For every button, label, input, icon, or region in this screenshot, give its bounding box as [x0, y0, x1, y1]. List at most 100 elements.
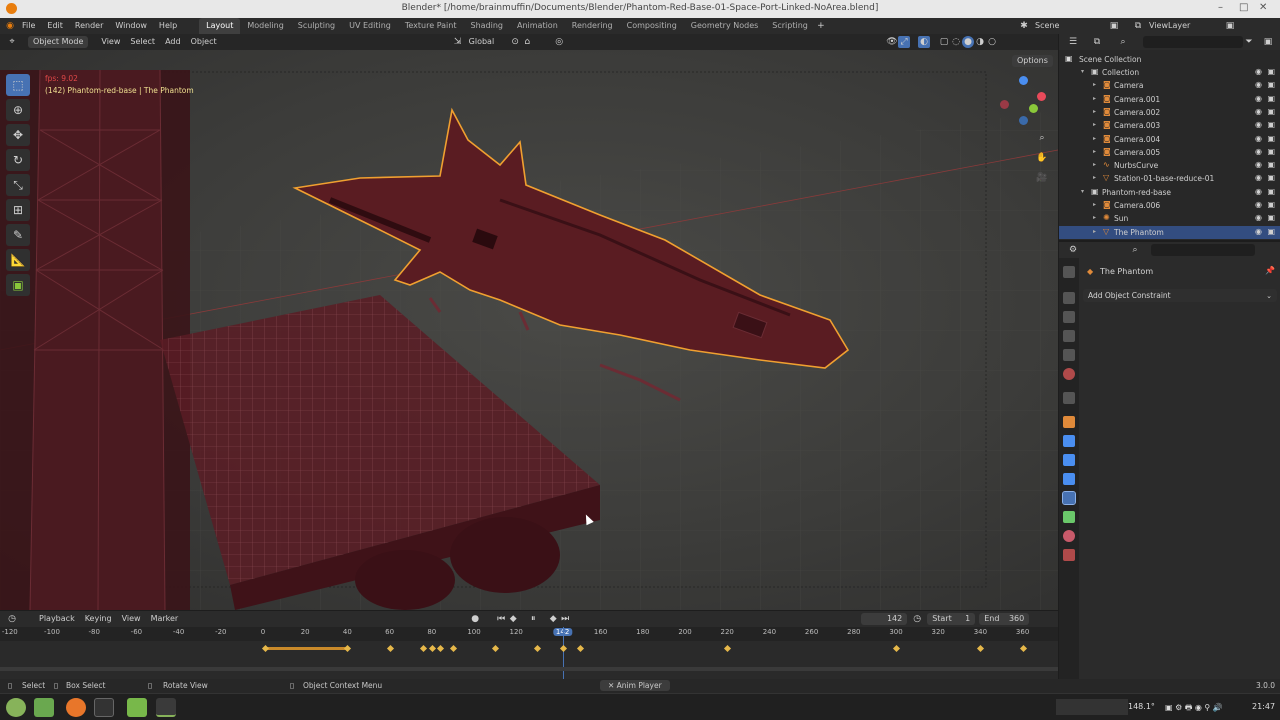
render-toggle-icon[interactable]: ▣ — [1267, 187, 1275, 196]
select-tool-icon[interactable]: ⬚ — [6, 74, 30, 96]
outliner-row[interactable]: ▸ ◙ Camera ◉ ▣ — [1059, 79, 1280, 92]
cursor-tool-icon[interactable]: ⊕ — [6, 99, 30, 121]
outliner-row[interactable]: ▾ ▣ Phantom-red-base ◉ ▣ — [1059, 186, 1280, 199]
expand-arrow-icon[interactable]: ▸ — [1093, 95, 1096, 102]
current-frame-field[interactable]: 142 — [861, 613, 908, 625]
menu-keying[interactable]: Keying — [80, 613, 117, 625]
add-cube-tool-icon[interactable]: ▣ — [6, 274, 30, 296]
visibility-eye-icon[interactable]: ◉ — [1255, 120, 1262, 129]
new-viewlayer-icon[interactable]: ▣ — [1224, 20, 1236, 32]
editor-type-icon[interactable]: ⌖ — [6, 36, 18, 48]
visibility-eye-icon[interactable]: ◉ — [1255, 227, 1262, 236]
visibility-eye-icon[interactable]: ◉ — [1255, 213, 1262, 222]
pin-icon[interactable]: 📌 — [1265, 266, 1275, 275]
annotate-tool-icon[interactable]: ✎ — [6, 224, 30, 246]
add-constraint-dropdown[interactable]: Add Object Constraint ⌄ — [1083, 289, 1277, 302]
render-toggle-icon[interactable]: ▣ — [1267, 134, 1275, 143]
menu-add[interactable]: Add — [160, 36, 186, 48]
pan-hand-icon[interactable]: ✋ — [1036, 152, 1048, 164]
physics-tab-icon[interactable] — [1063, 473, 1075, 485]
anim-player-indicator[interactable]: ✕ Anim Player — [600, 680, 670, 691]
start-frame-field[interactable]: Start 1 — [927, 613, 976, 625]
render-toggle-icon[interactable]: ▣ — [1267, 67, 1275, 76]
filter-icon[interactable]: ⏷ — [1243, 36, 1255, 48]
outliner-row[interactable]: ▸ ▽ The Phantom ◉ ▣ — [1059, 225, 1280, 239]
mode-selector[interactable]: Object Mode — [28, 36, 89, 48]
maximize-button[interactable]: □ — [1239, 2, 1248, 13]
pivot-icon[interactable]: ⊙ — [509, 36, 521, 48]
add-workspace-icon[interactable]: + — [815, 20, 827, 32]
menu-window[interactable]: Window — [109, 18, 153, 34]
outliner-row[interactable]: ▸ ◙ Camera.004 ◉ ▣ — [1059, 133, 1280, 146]
tool-tab-icon[interactable] — [1063, 266, 1075, 278]
keyframe-diamond[interactable] — [1019, 644, 1027, 653]
visibility-eye-icon[interactable]: ◉ — [1255, 160, 1262, 169]
modifier-tab-icon[interactable] — [1063, 435, 1075, 447]
record-icon[interactable]: ● — [469, 613, 481, 625]
tab-uv-editing[interactable]: UV Editing — [342, 18, 398, 34]
outliner-row[interactable]: ▸ ◙ Camera.005 ◉ ▣ — [1059, 146, 1280, 159]
render-toggle-icon[interactable]: ▣ — [1267, 80, 1275, 89]
keyframe-diamond[interactable] — [977, 644, 985, 653]
outliner-row[interactable]: ▾ ▣ Collection ◉ ▣ — [1059, 66, 1280, 79]
outliner-row[interactable]: ▸ ✺ Sun ◉ ▣ — [1059, 212, 1280, 225]
new-scene-icon[interactable]: ▣ — [1108, 20, 1120, 32]
menu-file[interactable]: File — [16, 18, 41, 34]
view-layer-tab-icon[interactable] — [1063, 330, 1075, 342]
particles-tab-icon[interactable] — [1063, 454, 1075, 466]
prev-keyframe-icon[interactable]: ◆ — [507, 613, 519, 625]
timeline-track[interactable] — [0, 627, 1058, 679]
move-tool-icon[interactable]: ✥ — [6, 124, 30, 146]
close-button[interactable]: ✕ — [1259, 2, 1267, 13]
visibility-eye-icon[interactable]: ◉ — [1255, 147, 1262, 156]
gizmo-y-icon[interactable] — [1029, 104, 1038, 113]
transform-tool-icon[interactable]: ⊞ — [6, 199, 30, 221]
tab-layout[interactable]: Layout — [199, 18, 241, 34]
constraints-tab-icon[interactable] — [1062, 491, 1076, 505]
jump-start-icon[interactable]: ⏮ — [495, 613, 507, 625]
menu-object[interactable]: Object — [186, 36, 222, 48]
outliner-row[interactable]: ▸ ▽ Station-01-base-reduce-01 ◉ ▣ — [1059, 172, 1280, 185]
gizmo-x-icon[interactable] — [1037, 92, 1046, 101]
snap-icon[interactable]: ⌂ — [521, 36, 533, 48]
visibility-eye-icon[interactable]: ◉ — [1255, 107, 1262, 116]
gizmo-z-icon[interactable] — [1019, 76, 1028, 85]
render-toggle-icon[interactable]: ▣ — [1267, 107, 1275, 116]
keyframe-diamond[interactable] — [420, 644, 428, 653]
rotate-tool-icon[interactable]: ↻ — [6, 149, 30, 171]
render-toggle-icon[interactable]: ▣ — [1267, 213, 1275, 222]
expand-arrow-icon[interactable]: ▸ — [1093, 135, 1096, 142]
tab-animation[interactable]: Animation — [510, 18, 565, 34]
tab-scripting[interactable]: Scripting — [765, 18, 815, 34]
wireframe-shading-icon[interactable]: ◌ — [950, 36, 962, 48]
3d-viewport[interactable]: fps: 9.02 (142) Phantom-red-base | The P… — [0, 50, 1058, 610]
visibility-eye-icon[interactable]: ◉ — [1255, 67, 1262, 76]
world-tab-icon[interactable] — [1063, 368, 1075, 380]
outliner-row[interactable]: ▸ ◙ Camera.001 ◉ ▣ — [1059, 93, 1280, 106]
keyframe-diamond[interactable] — [534, 644, 542, 653]
menu-select[interactable]: Select — [125, 36, 160, 48]
terminal-icon[interactable] — [94, 698, 114, 717]
outliner-editor-icon[interactable]: ☰ — [1067, 36, 1079, 48]
timeline-editor-icon[interactable]: ◷ — [6, 613, 18, 625]
blender-task-icon[interactable] — [156, 698, 176, 717]
keyframe-diamond[interactable] — [559, 644, 567, 653]
visibility-eye-icon[interactable]: ◉ — [1255, 187, 1262, 196]
menu-view[interactable]: View — [96, 36, 125, 48]
viewlayer-selector[interactable]: ViewLayer — [1144, 20, 1224, 32]
expand-arrow-icon[interactable]: ▾ — [1081, 188, 1084, 195]
scale-tool-icon[interactable]: ⤡ — [6, 174, 30, 196]
end-frame-field[interactable]: End 360 — [979, 613, 1030, 625]
expand-arrow-icon[interactable]: ▾ — [1081, 68, 1084, 75]
material-tab-icon[interactable] — [1063, 530, 1075, 542]
expand-arrow-icon[interactable]: ▸ — [1093, 121, 1096, 128]
camera-view-icon[interactable]: 🎥 — [1036, 172, 1048, 184]
gizmo-toggle-icon[interactable]: ⤢ — [898, 36, 910, 48]
transform-orientation-selector[interactable]: Global — [464, 36, 500, 48]
outliner-row[interactable]: ▸ ◙ Camera.003 ◉ ▣ — [1059, 119, 1280, 132]
collection-tab-icon[interactable] — [1063, 392, 1075, 404]
menu-edit[interactable]: Edit — [41, 18, 69, 34]
new-collection-icon[interactable]: ▣ — [1262, 36, 1274, 48]
expand-arrow-icon[interactable]: ▸ — [1093, 174, 1096, 181]
material-shading-icon[interactable]: ◑ — [974, 36, 986, 48]
